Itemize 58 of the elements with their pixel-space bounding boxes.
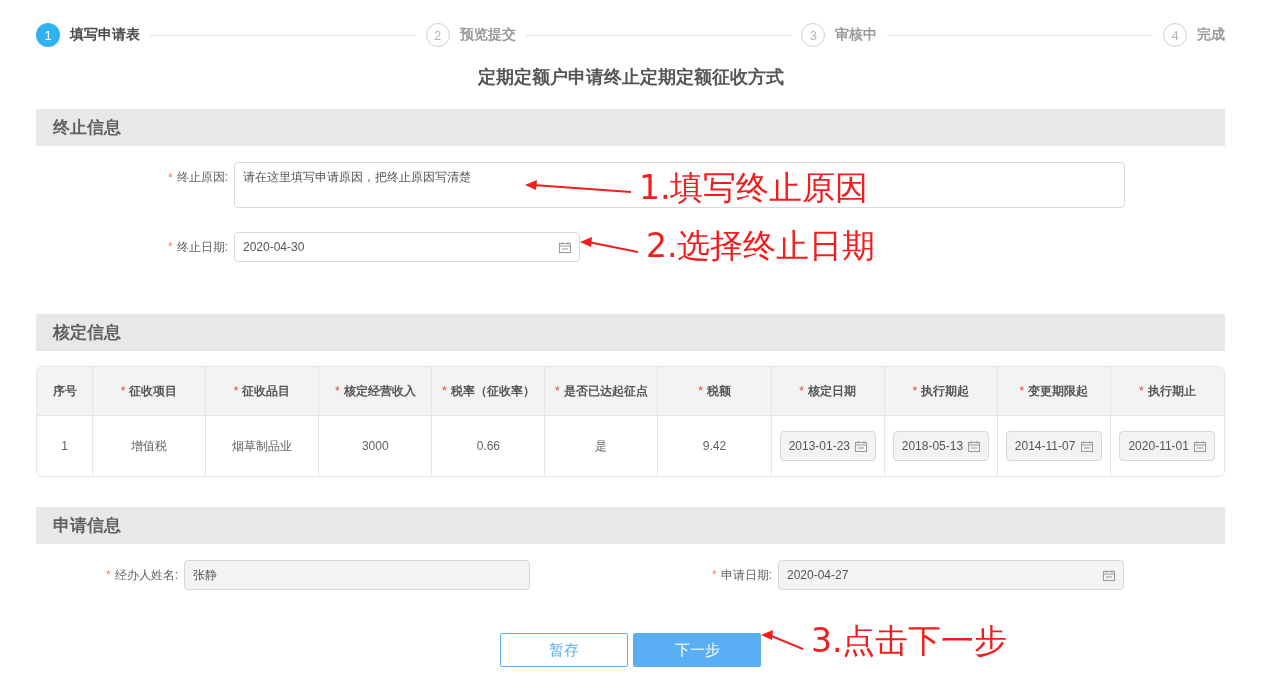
calendar-icon (1194, 440, 1207, 452)
calendar-icon (1103, 569, 1115, 581)
table-cell: 烟草制品业 (232, 437, 293, 455)
required-marker: * (233, 384, 239, 398)
column-header: 核定经营收入 (343, 382, 416, 400)
column-header: 变更期限起 (1028, 382, 1089, 400)
column-header: 核定日期 (807, 382, 856, 400)
calendar-icon (967, 440, 980, 452)
page-title: 定期定额户申请终止定期定额征收方式 (476, 66, 785, 89)
field-label: 申请日期: (720, 566, 772, 584)
calendar-icon (1080, 440, 1093, 452)
table-cell: 增值税 (131, 437, 168, 455)
column-header: 是否已达起征点 (563, 382, 648, 400)
section-heading: 申请信息 (36, 507, 1225, 544)
required-marker: * (106, 568, 111, 582)
required-marker: * (168, 240, 173, 254)
required-marker: * (698, 384, 703, 398)
required-marker: * (912, 384, 918, 398)
column-header: 执行期止 (1147, 382, 1196, 400)
required-marker: * (334, 384, 340, 398)
annotation-text: 2.选择终止日期 (646, 225, 876, 267)
required-marker: * (799, 384, 804, 398)
required-marker: * (712, 568, 717, 582)
required-marker: * (1019, 384, 1025, 398)
table-cell: 3000 (361, 439, 389, 453)
required-marker: * (120, 384, 126, 398)
table-cell: 9.42 (702, 439, 727, 453)
step-number: 2 (425, 23, 450, 47)
step-label: 预览提交 (459, 26, 516, 44)
annotation-text: 3.点击下一步 (811, 620, 1008, 662)
section-heading: 终止信息 (36, 109, 1225, 146)
section-heading: 核定信息 (36, 314, 1225, 351)
column-header: 税率（征收率） (450, 382, 535, 400)
table-cell: 0.66 (476, 439, 500, 453)
step-number: 3 (801, 23, 826, 47)
table-cell: 是 (595, 437, 608, 455)
column-header: 序号 (52, 382, 77, 400)
required-marker: * (442, 384, 447, 398)
calendar-icon (854, 440, 867, 452)
table-cell: 1 (61, 439, 68, 453)
calendar-icon (559, 241, 571, 253)
date-field[interactable]: 2020-04-30 (234, 232, 580, 262)
column-header: 征收品目 (242, 382, 291, 400)
step-number: 1 (36, 23, 60, 47)
field-label: 终止日期: (176, 238, 228, 256)
step-number: 4 (1163, 23, 1187, 47)
step-label: 完成 (1197, 26, 1225, 44)
required-marker: * (555, 384, 560, 398)
annotation-text: 1.填写终止原因 (639, 167, 869, 209)
required-marker: * (168, 170, 173, 185)
column-header: 执行期起 (921, 382, 970, 400)
field-label: 经办人姓名: (114, 566, 178, 584)
required-marker: * (1139, 384, 1144, 398)
step-label: 审核中 (835, 26, 878, 44)
step-label: 填写申请表 (70, 26, 140, 44)
field-label: 终止原因: (176, 169, 228, 186)
column-header: 税额 (706, 382, 731, 400)
column-header: 征收项目 (129, 382, 178, 400)
